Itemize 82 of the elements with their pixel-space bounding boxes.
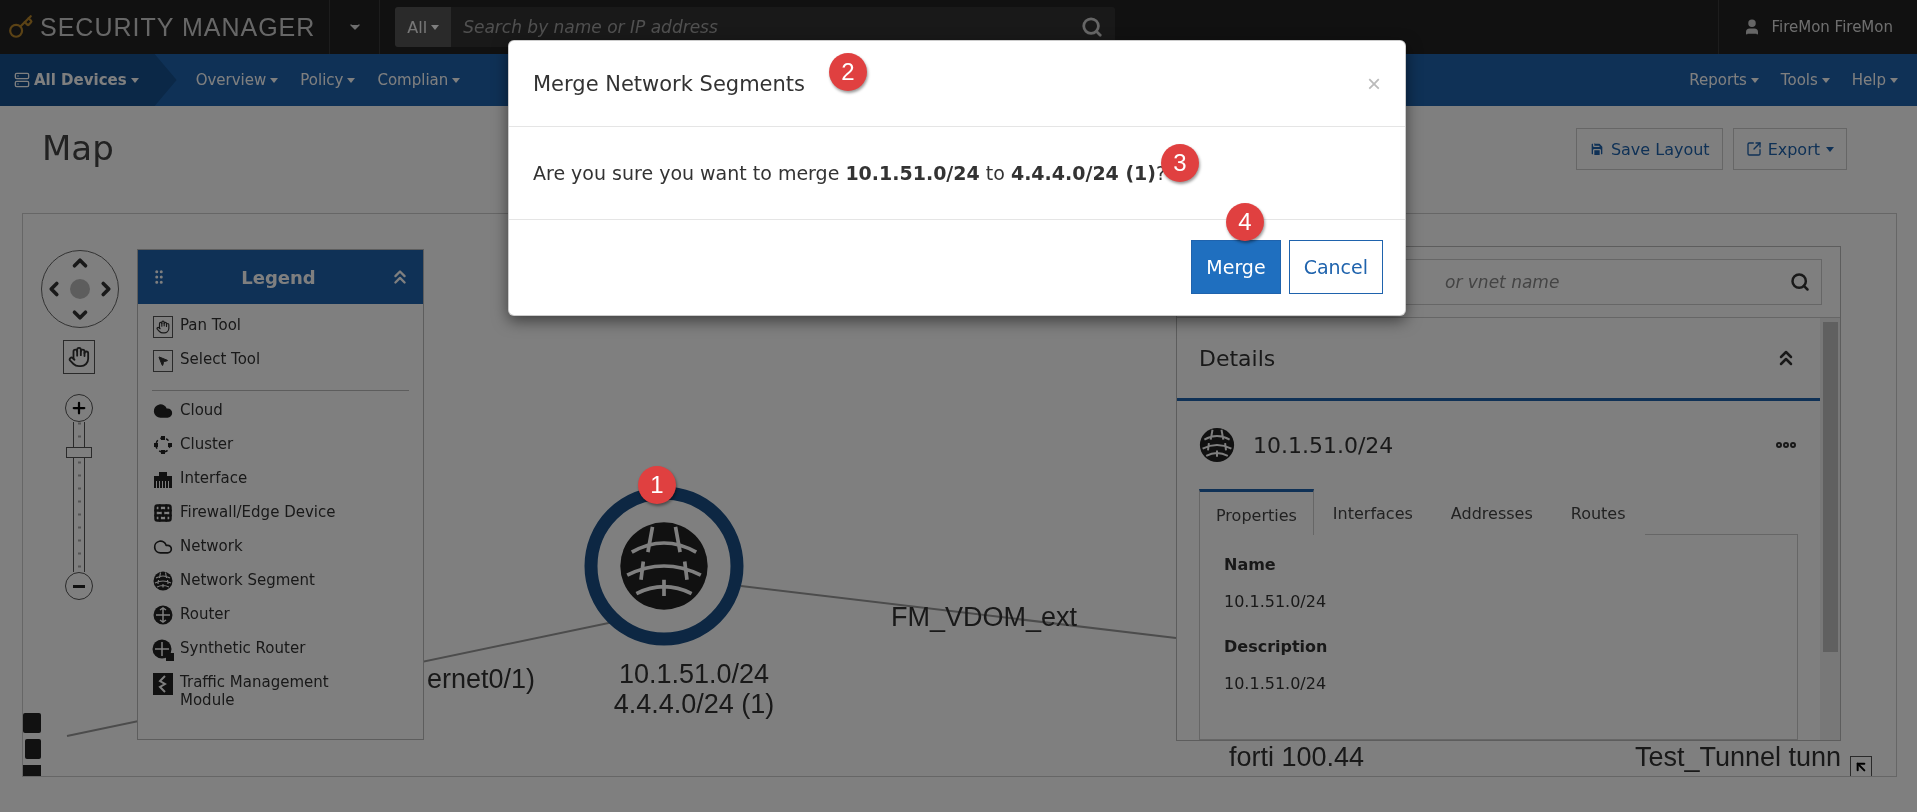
cloud-icon	[153, 401, 173, 421]
field-label: Description	[1224, 637, 1329, 656]
nav-menu-item[interactable]: All Devices	[0, 54, 177, 106]
zoom-slider-thumb[interactable]	[66, 447, 92, 458]
hand-icon	[68, 346, 90, 368]
edge-label: forti 100.44	[1229, 744, 1365, 771]
legend-label: Interface	[180, 469, 248, 487]
tab[interactable]: Properties	[1199, 489, 1314, 535]
export-icon	[1745, 141, 1762, 157]
router-icon	[152, 639, 174, 661]
legend-label: Pan Tool	[180, 316, 241, 334]
map-canvas[interactable]	[22, 213, 1897, 777]
field-value: 10.1.51.0/24	[1224, 674, 1328, 693]
save-icon	[1588, 141, 1605, 157]
save-layout-button[interactable]: Save Layout	[1575, 128, 1723, 170]
hand-icon	[153, 316, 173, 338]
legend-label: Network Segment	[180, 571, 315, 589]
pointer-icon	[153, 350, 173, 372]
key-icon	[8, 14, 34, 40]
segment-icon	[153, 571, 173, 591]
ethernet-port-icon	[153, 469, 173, 489]
caret-icon	[1826, 146, 1834, 152]
segment-icon	[1199, 427, 1235, 463]
legend-label: Network	[180, 537, 243, 555]
edge-label: FM_VDOM_ext	[891, 604, 1078, 631]
zoom-in-button[interactable]	[65, 394, 93, 422]
legend-label: Synthetic Router	[180, 639, 306, 657]
field-value: 10.1.51.0/24	[1224, 592, 1328, 611]
legend-label: Cluster	[180, 435, 234, 453]
caret-icon	[1750, 77, 1759, 83]
app-title: SECURITY MANAGER	[40, 12, 316, 42]
cancel-button[interactable]: Cancel	[1288, 240, 1383, 294]
nav-menu-item[interactable]: Help	[1840, 54, 1909, 106]
nav-menu-item[interactable]: Tools	[1769, 54, 1841, 106]
merge-button[interactable]: Merge	[1191, 240, 1281, 294]
caret-icon	[1890, 77, 1898, 83]
export-button[interactable]: Export	[1732, 128, 1847, 170]
nav-menu-item[interactable]: Complian	[366, 54, 472, 106]
search-icon[interactable]	[1081, 16, 1104, 38]
caret-icon	[452, 77, 461, 83]
close-button[interactable]: ×	[1367, 69, 1381, 98]
user-menu[interactable]: FireMon FireMon	[1771, 18, 1893, 36]
legend-label: Firewall/Edge Device	[180, 503, 336, 521]
edge-label: ernet0/1)	[427, 666, 536, 693]
router-icon	[153, 605, 173, 625]
legend-label: Cloud	[180, 401, 223, 419]
search-scope-dropdown[interactable]: All	[395, 7, 452, 47]
caret-icon	[130, 77, 139, 83]
pan-tool-button[interactable]	[63, 340, 95, 374]
legend-label: Traffic Management Module	[180, 673, 330, 709]
minus-icon	[73, 584, 85, 588]
page-title: Map	[41, 128, 114, 168]
traffic-module-icon	[153, 673, 173, 695]
device-icon	[23, 713, 41, 776]
cluster-icon	[153, 435, 173, 455]
caret-icon	[347, 77, 356, 83]
details-title: Details	[1199, 345, 1277, 371]
cloud-outline-icon	[153, 537, 173, 557]
plus-icon	[70, 399, 88, 417]
nav-menu-item[interactable]: Reports	[1678, 54, 1770, 106]
brick-wall-icon	[153, 503, 173, 523]
dialog-title: Merge Network Segments	[533, 71, 806, 96]
edge-label: Test_Tunnel tunn	[1635, 744, 1842, 771]
nav-menu-item[interactable]: Policy	[289, 54, 367, 106]
search-icon[interactable]	[1790, 272, 1810, 292]
legend-title: Legend	[240, 266, 317, 288]
expand-icon[interactable]	[1850, 756, 1872, 776]
caret-icon	[431, 24, 440, 30]
nav-menu-item[interactable]: Overview	[184, 54, 290, 106]
node-label: 4.4.4.0/24 (1)	[613, 691, 775, 718]
server-icon	[14, 72, 30, 88]
node-label: 10.1.51.0/24	[618, 661, 770, 688]
zoom-slider[interactable]	[65, 422, 93, 572]
scrollbar[interactable]	[1820, 318, 1840, 740]
legend-label: Select Tool	[180, 350, 261, 368]
caret-icon	[1821, 77, 1830, 83]
caret-icon	[270, 77, 279, 83]
item-name: 10.1.51.0/24	[1253, 432, 1395, 458]
pan-center-dot[interactable]	[70, 279, 90, 299]
legend-label: Router	[180, 605, 230, 623]
zoom-out-button[interactable]	[65, 572, 93, 600]
field-label: Name	[1224, 555, 1277, 574]
